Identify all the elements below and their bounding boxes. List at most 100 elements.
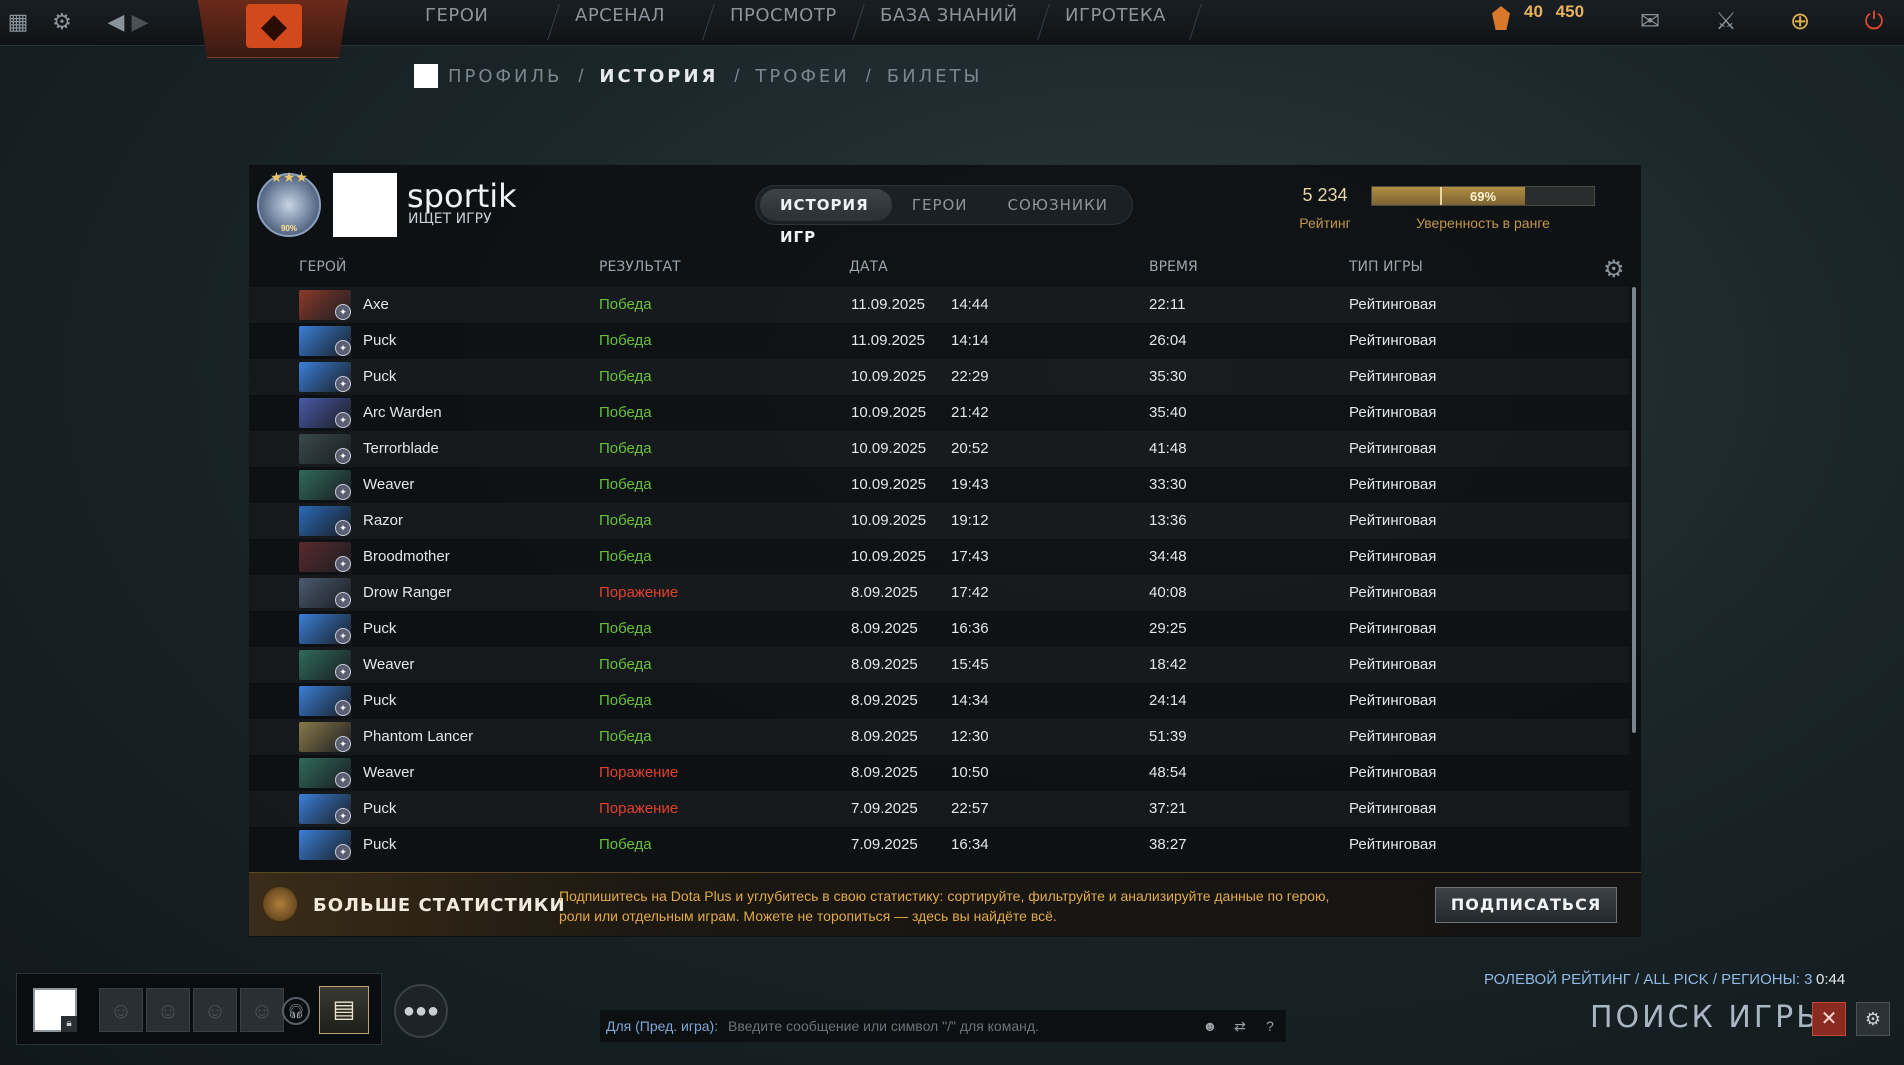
column-header-game-type[interactable]: ТИП ИГРЫ [1349, 259, 1423, 275]
hero-name: Puck [363, 332, 397, 349]
table-row[interactable]: ✦ Arc Warden Победа 10.09.2025 21:42 35:40 Рей… [249, 395, 1629, 431]
table-row[interactable]: ✦ Axe Победа 11.09.2025 14:44 22:11 Рейтингова… [249, 287, 1629, 323]
dota-plus-icon[interactable]: ⊕ [1782, 4, 1818, 40]
shards-top-value: 40 [1524, 2, 1543, 21]
queue-timer: 0:44 [1816, 971, 1846, 988]
party-invite-slot[interactable]: ☺ [99, 988, 143, 1032]
avatar[interactable] [414, 64, 438, 88]
table-row[interactable]: ✦ Weaver Победа 8.09.2025 15:45 18:42 Рейтинго… [249, 647, 1629, 683]
role-icon: ✦ [335, 412, 351, 428]
emoticon-icon[interactable]: ☻ [1200, 1016, 1220, 1036]
dota-logo-button[interactable]: ◆ [198, 0, 348, 58]
search-settings-icon[interactable]: ⚙ [1856, 1002, 1890, 1036]
table-row[interactable]: ✦ Broodmother Победа 10.09.2025 17:43 34:48 Ре… [249, 539, 1629, 575]
table-row[interactable]: ✦ Puck Победа 11.09.2025 14:14 26:04 Рейтингов… [249, 323, 1629, 359]
hero-portrait: ✦ [299, 794, 351, 824]
match-start-time: 19:43 [951, 476, 989, 493]
rating-value: 5 234 [1302, 185, 1348, 205]
match-date: 8.09.2025 [851, 584, 918, 601]
match-start-time: 12:30 [951, 728, 989, 745]
role-icon: ✦ [335, 808, 351, 824]
table-row[interactable]: ✦ Terrorblade Победа 10.09.2025 20:52 41:48 Ре… [249, 431, 1629, 467]
subnav-trophies[interactable]: ТРОФЕИ [755, 66, 849, 87]
scrollbar[interactable] [1632, 287, 1636, 733]
column-header-date[interactable]: ДАТА [849, 259, 888, 275]
role-icon: ✦ [335, 844, 351, 860]
role-icon: ✦ [335, 664, 351, 680]
game-type: Рейтинговая [1349, 476, 1437, 493]
table-row[interactable]: ✦ Weaver Победа 10.09.2025 19:43 33:30 Рейтинг… [249, 467, 1629, 503]
help-icon[interactable]: ? [1260, 1016, 1280, 1036]
hero-portrait: ✦ [299, 578, 351, 608]
game-type: Рейтинговая [1349, 692, 1437, 709]
chat-wheel-icon[interactable]: ⇄ [1230, 1016, 1250, 1036]
subnav-profile[interactable]: ПРОФИЛЬ [448, 66, 562, 87]
tab-heroes[interactable]: ГЕРОИ [892, 189, 988, 221]
nav-separator [547, 4, 560, 40]
tab-allies[interactable]: СОЮЗНИКИ [988, 189, 1128, 221]
role-icon: ✦ [335, 376, 351, 392]
match-date: 8.09.2025 [851, 692, 918, 709]
power-icon[interactable]: ⏻ [1856, 4, 1892, 40]
chat-input[interactable]: Введите сообщение или символ "/" для ком… [728, 1010, 1039, 1042]
rank-medal-icon[interactable]: ★★★ 90% [257, 169, 321, 237]
match-start-time: 21:42 [951, 404, 989, 421]
game-type: Рейтинговая [1349, 764, 1437, 781]
column-header-hero[interactable]: ГЕРОЙ [299, 259, 346, 275]
party-invite-slot[interactable]: ☺ [193, 988, 237, 1032]
nav-item[interactable]: ПРОСМОТР [730, 0, 837, 32]
table-settings-gear-icon[interactable]: ⚙ [1603, 255, 1625, 284]
lock-icon: 🔒︎ [61, 1016, 77, 1032]
hero-name: Puck [363, 620, 397, 637]
friends-button[interactable]: ●●● [394, 984, 448, 1038]
match-start-time: 22:29 [951, 368, 989, 385]
table-row[interactable]: ✦ Puck Поражение 7.09.2025 22:57 37:21 Рейтинг… [249, 791, 1629, 827]
nav-item[interactable]: БАЗА ЗНАНИЙ [880, 0, 1018, 32]
table-row[interactable]: ✦ Weaver Поражение 8.09.2025 10:50 48:54 Рейти… [249, 755, 1629, 791]
table-row[interactable]: ✦ Puck Победа 8.09.2025 14:34 24:14 Рейтингова… [249, 683, 1629, 719]
voice-chat-icon[interactable]: 🎧︎ [282, 997, 310, 1025]
table-row[interactable]: ✦ Phantom Lancer Победа 8.09.2025 12:30 51:39… [249, 719, 1629, 755]
role-icon: ✦ [335, 556, 351, 572]
rating-label: Рейтинг [1299, 215, 1351, 231]
match-start-time: 14:44 [951, 296, 989, 313]
table-row[interactable]: ✦ Puck Победа 7.09.2025 16:34 38:27 Рейтингова… [249, 827, 1629, 863]
table-row[interactable]: ✦ Puck Победа 10.09.2025 22:29 35:30 Рейтингов… [249, 359, 1629, 395]
match-result: Победа [599, 620, 652, 637]
party-invite-slot[interactable]: ☺ [240, 988, 284, 1032]
subnav-tickets[interactable]: БИЛЕТЫ [887, 66, 983, 87]
hero-portrait: ✦ [299, 614, 351, 644]
nav-item[interactable]: ГЕРОИ [425, 0, 488, 32]
match-date: 10.09.2025 [851, 548, 927, 565]
gear-icon[interactable]: ⚙ [48, 8, 76, 36]
match-start-time: 19:12 [951, 512, 989, 529]
user-avatar[interactable] [333, 173, 397, 237]
dashboard-icon[interactable]: ▦ [4, 8, 32, 36]
nav-item[interactable]: АРСЕНАЛ [575, 0, 665, 32]
match-start-time: 16:34 [951, 836, 989, 853]
table-row[interactable]: ✦ Puck Победа 8.09.2025 16:36 29:25 Рейтингова… [249, 611, 1629, 647]
subnav-history[interactable]: ИСТОРИЯ [599, 66, 718, 87]
nav-item[interactable]: ИГРОТЕКА [1065, 0, 1166, 32]
chat-channel[interactable]: Для (Пред. игра): [606, 1010, 718, 1042]
cancel-search-button[interactable]: ✕ [1812, 1002, 1846, 1036]
party-invite-slot[interactable]: ☺ [146, 988, 190, 1032]
column-header-result[interactable]: РЕЗУЛЬТАТ [599, 259, 681, 275]
hero-portrait: ✦ [299, 758, 351, 788]
column-header-duration[interactable]: ВРЕМЯ [1149, 259, 1198, 275]
hero-name: Razor [363, 512, 404, 529]
match-result: Победа [599, 332, 652, 349]
hero-name: Axe [363, 296, 389, 313]
match-duration: 33:30 [1149, 476, 1187, 493]
armory-icon[interactable]: ⚔ [1708, 4, 1744, 40]
role-icon: ✦ [335, 520, 351, 536]
table-row[interactable]: ✦ Razor Победа 10.09.2025 19:12 13:36 Рейтинго… [249, 503, 1629, 539]
tab-match-history[interactable]: ИСТОРИЯ ИГР [760, 189, 892, 246]
mail-icon[interactable]: ✉ [1632, 4, 1668, 40]
match-result: Победа [599, 296, 652, 313]
table-row[interactable]: ✦ Drow Ranger Поражение 8.09.2025 17:42 40:08… [249, 575, 1629, 611]
battle-pass-icon[interactable]: ▤ [319, 986, 369, 1034]
forward-arrow-icon[interactable]: ▶ [126, 8, 154, 36]
shards-counter[interactable]: 40 450 [1524, 2, 1584, 22]
subscribe-button[interactable]: ПОДПИСАТЬСЯ [1435, 887, 1617, 923]
